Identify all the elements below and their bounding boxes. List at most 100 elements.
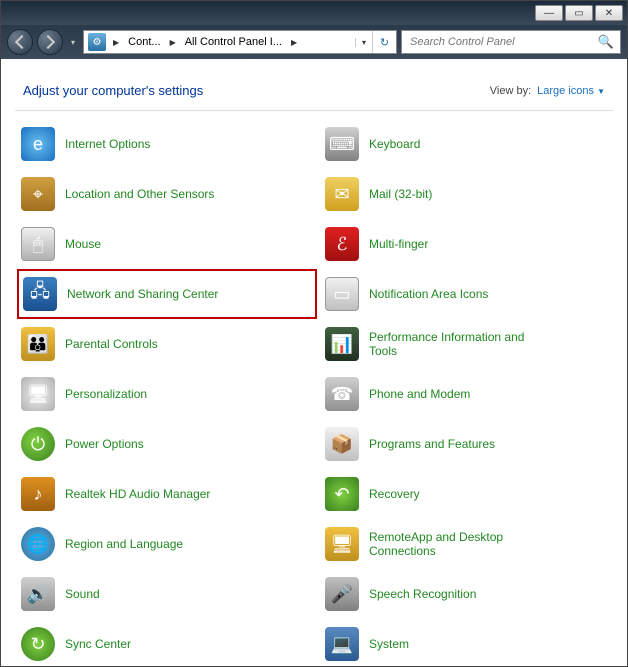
- page-title: Adjust your computer's settings: [23, 83, 203, 98]
- item-notification-label: Notification Area Icons: [369, 287, 488, 301]
- chevron-down-icon: ▼: [597, 87, 605, 96]
- search-box[interactable]: 🔍: [401, 30, 621, 54]
- item-performance-label: Performance Information and Tools: [369, 330, 549, 359]
- item-recovery-label: Recovery: [369, 487, 420, 501]
- item-phone-label: Phone and Modem: [369, 387, 470, 401]
- item-mouse-icon: 🖱: [21, 227, 55, 261]
- item-network[interactable]: 🖧 Network and Sharing Center: [17, 269, 317, 319]
- breadcrumb-chevron-icon[interactable]: ▶: [167, 38, 179, 47]
- item-internet-options-icon: e: [21, 127, 55, 161]
- item-region[interactable]: 🌐 Region and Language: [17, 519, 317, 569]
- item-realtek-icon: ♪: [21, 477, 55, 511]
- item-realtek-label: Realtek HD Audio Manager: [65, 487, 210, 501]
- item-internet-options-label: Internet Options: [65, 137, 150, 151]
- item-remoteapp[interactable]: 🖥 RemoteApp and Desktop Connections: [321, 519, 621, 569]
- item-keyboard-label: Keyboard: [369, 137, 420, 151]
- viewby: View by: Large icons ▼: [490, 85, 605, 97]
- navbar: ▾ ⚙ ▶ Cont... ▶ All Control Panel I... ▶…: [1, 25, 627, 59]
- header: Adjust your computer's settings View by:…: [1, 77, 627, 102]
- item-power[interactable]: ⏻ Power Options: [17, 419, 317, 469]
- item-speech-label: Speech Recognition: [369, 587, 476, 601]
- item-phone[interactable]: ☎ Phone and Modem: [321, 369, 621, 419]
- scroll-area[interactable]: e Internet Options ⌨ Keyboard ⌖ Location and …: [1, 113, 627, 666]
- item-recovery-icon: ↶: [325, 477, 359, 511]
- item-remoteapp-icon: 🖥: [325, 527, 359, 561]
- minimize-button[interactable]: —: [535, 5, 563, 21]
- item-network-label: Network and Sharing Center: [67, 287, 218, 301]
- item-remoteapp-label: RemoteApp and Desktop Connections: [369, 530, 549, 559]
- addr-dropdown-chevron-icon[interactable]: ▾: [355, 38, 372, 47]
- breadcrumb-seg-2-label: All Control Panel I...: [185, 36, 282, 48]
- breadcrumb-seg-1-label: Cont...: [128, 36, 160, 48]
- item-programs-icon: 📦: [325, 427, 359, 461]
- item-multifinger-label: Multi-finger: [369, 237, 428, 251]
- items-grid: e Internet Options ⌨ Keyboard ⌖ Location and …: [17, 119, 621, 666]
- maximize-button[interactable]: ▭: [565, 5, 593, 21]
- item-sync[interactable]: ↻ Sync Center: [17, 619, 317, 666]
- item-parental-icon: 👪: [21, 327, 55, 361]
- item-network-icon: 🖧: [23, 277, 57, 311]
- search-icon[interactable]: 🔍: [598, 34, 614, 50]
- item-notification-icon: ▭: [325, 277, 359, 311]
- viewby-label: View by:: [490, 85, 531, 97]
- item-mail[interactable]: ✉ Mail (32-bit): [321, 169, 621, 219]
- divider: [15, 110, 613, 111]
- item-realtek[interactable]: ♪ Realtek HD Audio Manager: [17, 469, 317, 519]
- item-system-label: System: [369, 637, 409, 651]
- item-location-icon: ⌖: [21, 177, 55, 211]
- back-button[interactable]: [7, 29, 33, 55]
- item-mouse[interactable]: 🖱 Mouse: [17, 219, 317, 269]
- close-button[interactable]: ✕: [595, 5, 623, 21]
- item-power-label: Power Options: [65, 437, 144, 451]
- item-region-icon: 🌐: [21, 527, 55, 561]
- item-speech[interactable]: 🎤 Speech Recognition: [321, 569, 621, 619]
- search-input[interactable]: [408, 35, 598, 49]
- item-sync-icon: ↻: [21, 627, 55, 661]
- nav-history-chevron-icon[interactable]: ▾: [67, 29, 79, 55]
- item-personalization-label: Personalization: [65, 387, 147, 401]
- breadcrumb-seg-2[interactable]: All Control Panel I...: [179, 31, 288, 53]
- item-system-icon: 💻: [325, 627, 359, 661]
- item-personalization[interactable]: 🖥 Personalization: [17, 369, 317, 419]
- item-region-label: Region and Language: [65, 537, 183, 551]
- forward-button[interactable]: [37, 29, 63, 55]
- item-programs-label: Programs and Features: [369, 437, 495, 451]
- viewby-dropdown[interactable]: Large icons ▼: [537, 85, 605, 97]
- item-speech-icon: 🎤: [325, 577, 359, 611]
- item-personalization-icon: 🖥: [21, 377, 55, 411]
- item-mouse-label: Mouse: [65, 237, 101, 251]
- item-parental[interactable]: 👪 Parental Controls: [17, 319, 317, 369]
- item-sound-icon: 🔊: [21, 577, 55, 611]
- item-keyboard-icon: ⌨: [325, 127, 359, 161]
- item-multifinger-icon: ℰ: [325, 227, 359, 261]
- breadcrumb-seg-1[interactable]: Cont...: [122, 31, 166, 53]
- item-sound[interactable]: 🔊 Sound: [17, 569, 317, 619]
- viewby-value: Large icons: [537, 85, 594, 97]
- item-power-icon: ⏻: [21, 427, 55, 461]
- item-phone-icon: ☎: [325, 377, 359, 411]
- titlebar: — ▭ ✕: [1, 1, 627, 25]
- item-sync-label: Sync Center: [65, 637, 131, 651]
- control-panel-window: — ▭ ✕ ▾ ⚙ ▶ Cont... ▶ All Control Panel …: [0, 0, 628, 667]
- item-keyboard[interactable]: ⌨ Keyboard: [321, 119, 621, 169]
- refresh-button[interactable]: ↻: [372, 31, 396, 53]
- item-internet-options[interactable]: e Internet Options: [17, 119, 317, 169]
- item-performance[interactable]: 📊 Performance Information and Tools: [321, 319, 621, 369]
- item-location-label: Location and Other Sensors: [65, 187, 214, 201]
- item-location[interactable]: ⌖ Location and Other Sensors: [17, 169, 317, 219]
- item-multifinger[interactable]: ℰ Multi-finger: [321, 219, 621, 269]
- item-sound-label: Sound: [65, 587, 100, 601]
- item-mail-label: Mail (32-bit): [369, 187, 432, 201]
- item-notification[interactable]: ▭ Notification Area Icons: [321, 269, 621, 319]
- item-recovery[interactable]: ↶ Recovery: [321, 469, 621, 519]
- content-area: Adjust your computer's settings View by:…: [1, 59, 627, 666]
- item-parental-label: Parental Controls: [65, 337, 158, 351]
- breadcrumb-chevron-icon[interactable]: ▶: [110, 38, 122, 47]
- breadcrumb-chevron-icon[interactable]: ▶: [288, 38, 300, 47]
- item-programs[interactable]: 📦 Programs and Features: [321, 419, 621, 469]
- address-bar[interactable]: ⚙ ▶ Cont... ▶ All Control Panel I... ▶ ▾…: [83, 30, 397, 54]
- item-mail-icon: ✉: [325, 177, 359, 211]
- item-performance-icon: 📊: [325, 327, 359, 361]
- item-system[interactable]: 💻 System: [321, 619, 621, 666]
- control-panel-icon: ⚙: [88, 33, 106, 51]
